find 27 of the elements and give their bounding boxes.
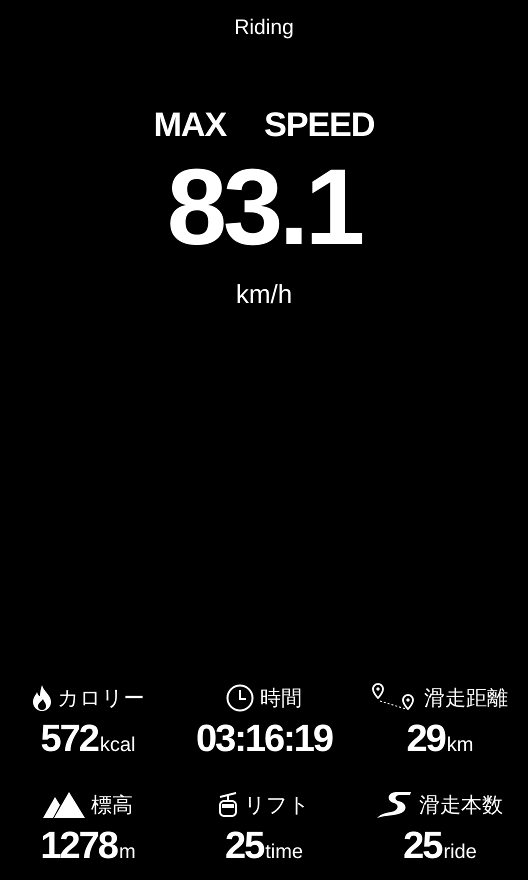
stat-label: 標高 [91,792,133,819]
stat-value: 1278 [40,825,117,868]
stat-label: 滑走本数 [419,792,503,819]
speed-unit: km/h [236,279,292,310]
stat-unit: m [118,841,136,864]
mountains-icon [43,791,85,819]
stat-value: 572 [40,718,98,761]
stat-unit: ride [443,841,477,864]
stat-unit: time [265,841,304,864]
max-speed-value: 83.1 [166,153,362,261]
stat-value: 25 [224,825,264,868]
stat-value: 25 [403,825,442,868]
stat-label: カロリー [58,685,144,712]
stat-unit: kcal [100,734,136,757]
stat-label: 滑走距離 [424,685,508,712]
stat-label: 時間 [260,685,302,712]
stat-unit: km [446,734,474,757]
gondola-icon [218,792,238,818]
max-speed-label: SPEED [264,106,374,145]
stat-value: 29 [406,718,445,761]
stat-value: 03:16:19 [196,718,332,761]
s-curve-icon [377,791,413,819]
max-speed-label: MAX [154,106,226,145]
flame-icon [32,684,52,712]
screen-title: Riding [234,16,294,40]
stat-label: リフト [244,792,310,819]
clock-icon [226,684,254,712]
